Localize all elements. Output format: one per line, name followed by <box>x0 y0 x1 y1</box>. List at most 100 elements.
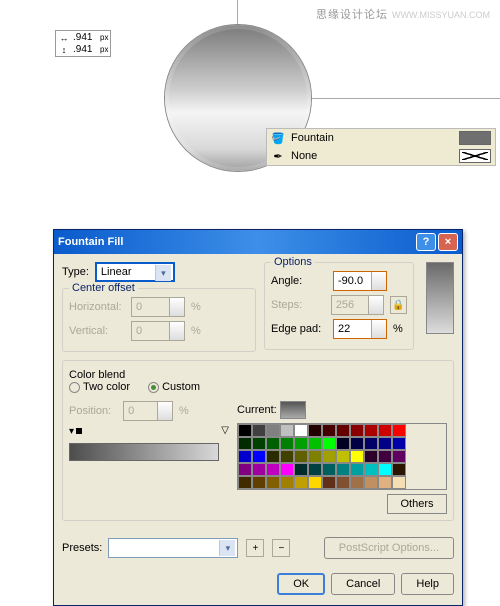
dialog-titlebar[interactable]: Fountain Fill ? × <box>54 230 462 254</box>
paint-bucket-icon: 🪣 <box>271 131 285 145</box>
palette-swatch[interactable] <box>308 476 322 489</box>
palette-swatch[interactable] <box>322 476 336 489</box>
edgepad-label: Edge pad: <box>271 323 329 335</box>
palette-swatch[interactable] <box>322 437 336 450</box>
palette-swatch[interactable] <box>294 463 308 476</box>
gradient-bar[interactable] <box>69 443 219 461</box>
help-window-button[interactable]: ? <box>416 233 436 251</box>
lock-steps-button[interactable]: 🔒 <box>390 296 407 314</box>
palette-swatch[interactable] <box>294 450 308 463</box>
palette-swatch[interactable] <box>308 424 322 437</box>
dimension-tooltip: ↔ .941 px ↕ .941 px <box>55 30 111 57</box>
palette-swatch[interactable] <box>238 450 252 463</box>
palette-swatch[interactable] <box>350 463 364 476</box>
fountain-fill-dialog: Fountain Fill ? × Type: Linear Center of… <box>53 229 463 606</box>
palette-swatch[interactable] <box>280 476 294 489</box>
angle-spinner[interactable]: -90.0 <box>333 271 387 291</box>
palette-swatch[interactable] <box>252 450 266 463</box>
palette-swatch[interactable] <box>294 424 308 437</box>
palette-swatch[interactable] <box>266 476 280 489</box>
palette-swatch[interactable] <box>252 463 266 476</box>
palette-swatch[interactable] <box>350 476 364 489</box>
palette-swatch[interactable] <box>392 450 406 463</box>
pen-icon: ✒ <box>271 149 285 163</box>
palette-swatch[interactable] <box>378 424 392 437</box>
custom-radio[interactable]: Custom <box>148 381 200 393</box>
close-window-button[interactable]: × <box>438 233 458 251</box>
palette-swatch[interactable] <box>378 463 392 476</box>
palette-swatch[interactable] <box>266 424 280 437</box>
ok-button[interactable]: OK <box>277 573 325 595</box>
palette-swatch[interactable] <box>364 463 378 476</box>
palette-swatch[interactable] <box>238 424 252 437</box>
palette-swatch[interactable] <box>336 437 350 450</box>
palette-swatch[interactable] <box>252 437 266 450</box>
palette-swatch[interactable] <box>294 476 308 489</box>
palette-swatch[interactable] <box>392 437 406 450</box>
palette-swatch[interactable] <box>308 437 322 450</box>
palette-swatch[interactable] <box>280 437 294 450</box>
help-button[interactable]: Help <box>401 573 454 595</box>
palette-swatch[interactable] <box>266 437 280 450</box>
palette-swatch[interactable] <box>392 476 406 489</box>
palette-swatch[interactable] <box>378 450 392 463</box>
outline-swatch[interactable] <box>459 149 491 163</box>
fill-swatch[interactable] <box>459 131 491 145</box>
steps-spinner: 256 <box>331 295 384 315</box>
palette-swatch[interactable] <box>350 424 364 437</box>
marker-right-icon[interactable]: ▽ <box>221 425 229 436</box>
palette-swatch[interactable] <box>336 476 350 489</box>
palette-swatch[interactable] <box>378 437 392 450</box>
palette-swatch[interactable] <box>378 476 392 489</box>
marker-left-icon[interactable]: ▾ <box>69 426 74 437</box>
palette-swatch[interactable] <box>336 424 350 437</box>
palette-swatch[interactable] <box>336 463 350 476</box>
options-group: Options Angle: -90.0 Steps: 256 🔒 Edge p… <box>264 262 414 350</box>
width-value: .941 <box>73 32 97 43</box>
color-node[interactable] <box>76 428 82 434</box>
palette-swatch[interactable] <box>364 450 378 463</box>
color-palette[interactable] <box>237 423 447 490</box>
guide-horizontal <box>310 98 500 99</box>
palette-swatch[interactable] <box>252 424 266 437</box>
current-color-swatch[interactable] <box>280 401 306 419</box>
palette-swatch[interactable] <box>252 476 266 489</box>
type-select[interactable]: Linear <box>95 262 175 282</box>
palette-swatch[interactable] <box>392 424 406 437</box>
presets-select[interactable] <box>108 538 238 558</box>
palette-swatch[interactable] <box>350 450 364 463</box>
palette-swatch[interactable] <box>364 424 378 437</box>
center-offset-group: Center offset Horizontal: 0 % Vertical: … <box>62 288 256 352</box>
edgepad-spinner[interactable]: 22 <box>333 319 387 339</box>
palette-swatch[interactable] <box>294 437 308 450</box>
palette-swatch[interactable] <box>280 424 294 437</box>
palette-swatch[interactable] <box>266 450 280 463</box>
outline-type-label: None <box>291 150 453 162</box>
palette-swatch[interactable] <box>392 463 406 476</box>
palette-swatch[interactable] <box>238 476 252 489</box>
presets-label: Presets: <box>62 542 102 554</box>
fill-outline-indicator: 🪣 Fountain ✒ None <box>266 128 496 166</box>
palette-swatch[interactable] <box>322 463 336 476</box>
palette-swatch[interactable] <box>350 437 364 450</box>
preset-add-button[interactable]: + <box>246 539 264 557</box>
palette-swatch[interactable] <box>280 450 294 463</box>
palette-swatch[interactable] <box>322 424 336 437</box>
palette-swatch[interactable] <box>308 450 322 463</box>
palette-swatch[interactable] <box>336 450 350 463</box>
preset-remove-button[interactable]: − <box>272 539 290 557</box>
vertical-spinner: 0 <box>131 321 185 341</box>
palette-swatch[interactable] <box>364 476 378 489</box>
palette-swatch[interactable] <box>238 463 252 476</box>
palette-swatch[interactable] <box>364 437 378 450</box>
palette-swatch[interactable] <box>308 463 322 476</box>
two-color-radio[interactable]: Two color <box>69 381 130 393</box>
palette-swatch[interactable] <box>238 437 252 450</box>
palette-swatch[interactable] <box>280 463 294 476</box>
palette-swatch[interactable] <box>266 463 280 476</box>
horizontal-label: Horizontal: <box>69 301 127 313</box>
others-button[interactable]: Others <box>387 494 447 514</box>
angle-label: Angle: <box>271 275 329 287</box>
palette-swatch[interactable] <box>322 450 336 463</box>
cancel-button[interactable]: Cancel <box>331 573 395 595</box>
